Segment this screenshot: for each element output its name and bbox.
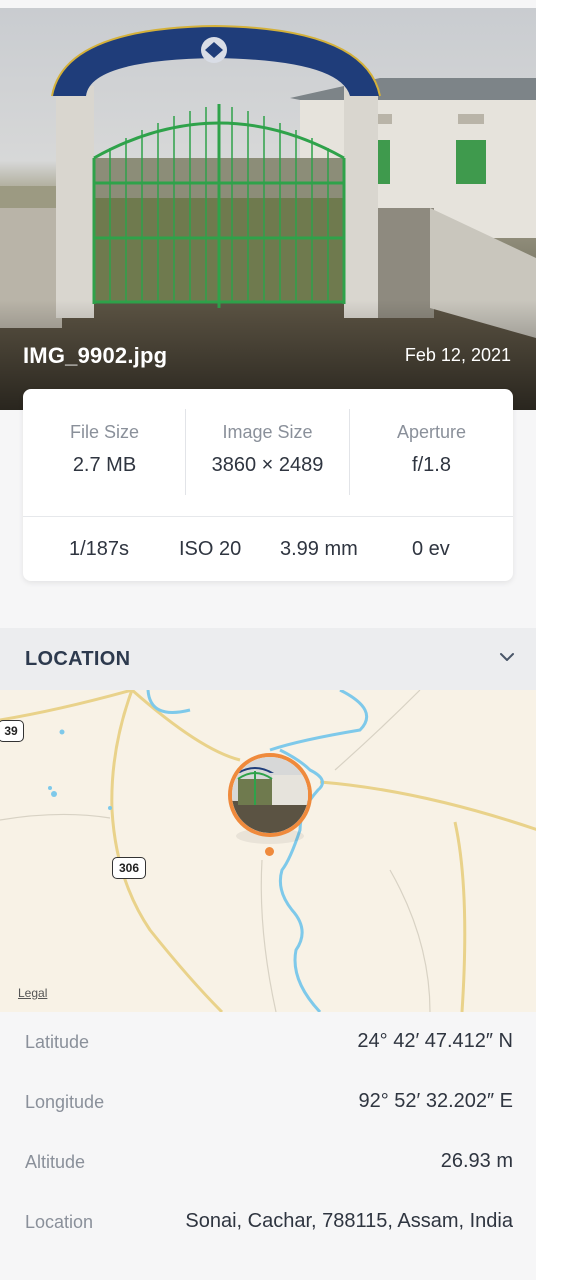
image-size-value: 3860 × 2489 bbox=[211, 454, 324, 476]
longitude-row: Longitude 92° 52′ 32.202″ E bbox=[3, 1072, 536, 1132]
photo-metadata-card: File Size 2.7 MB Image Size 3860 × 2489 … bbox=[23, 389, 513, 581]
location-value: Sonai, Cachar, 788115, Assam, India bbox=[185, 1210, 513, 1232]
latitude-row: Latitude 24° 42′ 47.412″ N bbox=[3, 1012, 536, 1072]
image-size-cell: Image Size 3860 × 2489 bbox=[186, 389, 349, 515]
divider bbox=[23, 516, 513, 517]
chevron-down-icon[interactable] bbox=[498, 648, 516, 666]
map-legal-link[interactable]: Legal bbox=[18, 986, 47, 1000]
photo-info-panel: IMG_9902.jpg Feb 12, 2021 File Size 2.7 … bbox=[0, 0, 536, 1280]
latitude-value: 24° 42′ 47.412″ N bbox=[357, 1030, 513, 1052]
shutter-speed: 1/187s bbox=[69, 538, 130, 560]
aperture-cell: Aperture f/1.8 bbox=[350, 389, 513, 515]
altitude-row: Altitude 26.93 m bbox=[3, 1132, 536, 1192]
road-shield: 39 bbox=[0, 720, 24, 742]
pin-thumbnail bbox=[232, 757, 308, 833]
pin-anchor-dot bbox=[265, 847, 274, 856]
longitude-value: 92° 52′ 32.202″ E bbox=[358, 1090, 513, 1112]
location-label: Location bbox=[25, 1212, 94, 1232]
iso-value: ISO 20 bbox=[179, 538, 242, 560]
road-shield: 306 bbox=[112, 857, 146, 879]
photo-preview[interactable]: IMG_9902.jpg Feb 12, 2021 bbox=[0, 8, 536, 410]
aperture-value: f/1.8 bbox=[412, 454, 451, 476]
focal-length: 3.99 mm bbox=[280, 538, 358, 560]
aperture-label: Aperture bbox=[396, 422, 467, 442]
location-details: Latitude 24° 42′ 47.412″ N Longitude 92°… bbox=[3, 1012, 536, 1244]
photo-location-pin[interactable] bbox=[228, 753, 312, 837]
photo-date: Feb 12, 2021 bbox=[404, 345, 511, 365]
altitude-label: Altitude bbox=[25, 1152, 86, 1172]
file-size-cell: File Size 2.7 MB bbox=[23, 389, 186, 515]
location-map[interactable]: 39 306 Legal bbox=[0, 690, 536, 1012]
file-size-value: 2.7 MB bbox=[72, 454, 137, 476]
exposure-value: 0 ev bbox=[412, 538, 450, 560]
location-row: Location Sonai, Cachar, 788115, Assam, I… bbox=[3, 1192, 536, 1252]
latitude-label: Latitude bbox=[25, 1032, 90, 1052]
file-size-label: File Size bbox=[69, 422, 140, 442]
photo-filename: IMG_9902.jpg bbox=[23, 343, 168, 368]
longitude-label: Longitude bbox=[25, 1092, 105, 1112]
location-title: LOCATION bbox=[25, 648, 131, 670]
altitude-value: 26.93 m bbox=[440, 1150, 513, 1172]
location-section-header[interactable]: LOCATION bbox=[0, 628, 536, 690]
image-size-label: Image Size bbox=[222, 422, 313, 442]
